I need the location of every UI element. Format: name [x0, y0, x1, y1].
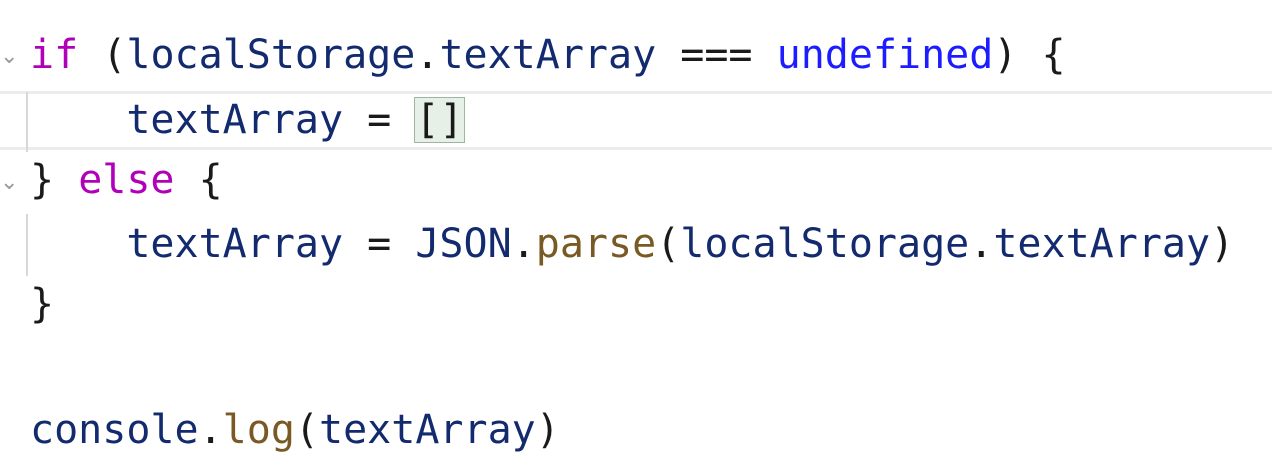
identifier-console: console [30, 407, 199, 453]
open-brace: { [1017, 32, 1066, 78]
identifier-textarray: textArray [126, 97, 344, 143]
dot: . [969, 221, 994, 267]
operator-strict-equal: === [656, 32, 777, 78]
close-paren: ) [993, 32, 1018, 78]
close-brace: } [30, 157, 55, 203]
keyword-else: else [78, 157, 175, 203]
property-textarray: textArray [439, 32, 657, 78]
open-paren: ( [656, 221, 681, 267]
code-line-2[interactable]: textArray = [] [30, 95, 465, 145]
code-line-7[interactable]: console.log(textArray) [30, 405, 560, 455]
open-paren: ( [102, 32, 127, 78]
code-editor[interactable]: ⌄ ⌄ if (localStorage.textArray === undef… [0, 0, 1272, 464]
indent-guide [26, 214, 28, 276]
identifier-localstorage: localStorage [126, 32, 416, 78]
identifier-json: JSON [415, 221, 512, 267]
dot: . [415, 32, 440, 78]
matched-brackets: [] [414, 97, 465, 143]
code-line-3[interactable]: } else { [30, 155, 223, 205]
open-brace: { [174, 157, 223, 203]
code-line-4[interactable]: textArray = JSON.parse(localStorage.text… [30, 219, 1234, 269]
close-paren: ) [535, 407, 560, 453]
identifier-textarray: textArray [126, 221, 344, 267]
function-parse: parse [535, 221, 657, 267]
function-log: log [222, 407, 295, 453]
indent-guide [26, 92, 28, 152]
operator-assign: = [343, 221, 416, 267]
identifier-textarray: textArray [319, 407, 536, 453]
close-brace: } [30, 281, 55, 327]
fold-chevron-icon[interactable]: ⌄ [0, 172, 18, 194]
code-line-5[interactable]: } [30, 279, 54, 329]
fold-chevron-icon[interactable]: ⌄ [0, 46, 18, 68]
dot: . [198, 407, 223, 453]
operator-assign: = [343, 97, 416, 143]
code-line-1[interactable]: if (localStorage.textArray === undefined… [30, 30, 1066, 80]
dot: . [511, 221, 536, 267]
identifier-localstorage: localStorage [680, 221, 970, 267]
constant-undefined: undefined [776, 32, 994, 78]
close-paren: ) [1210, 221, 1235, 267]
property-textarray: textArray [993, 221, 1211, 267]
keyword-if: if [30, 32, 79, 78]
open-paren: ( [294, 407, 320, 453]
